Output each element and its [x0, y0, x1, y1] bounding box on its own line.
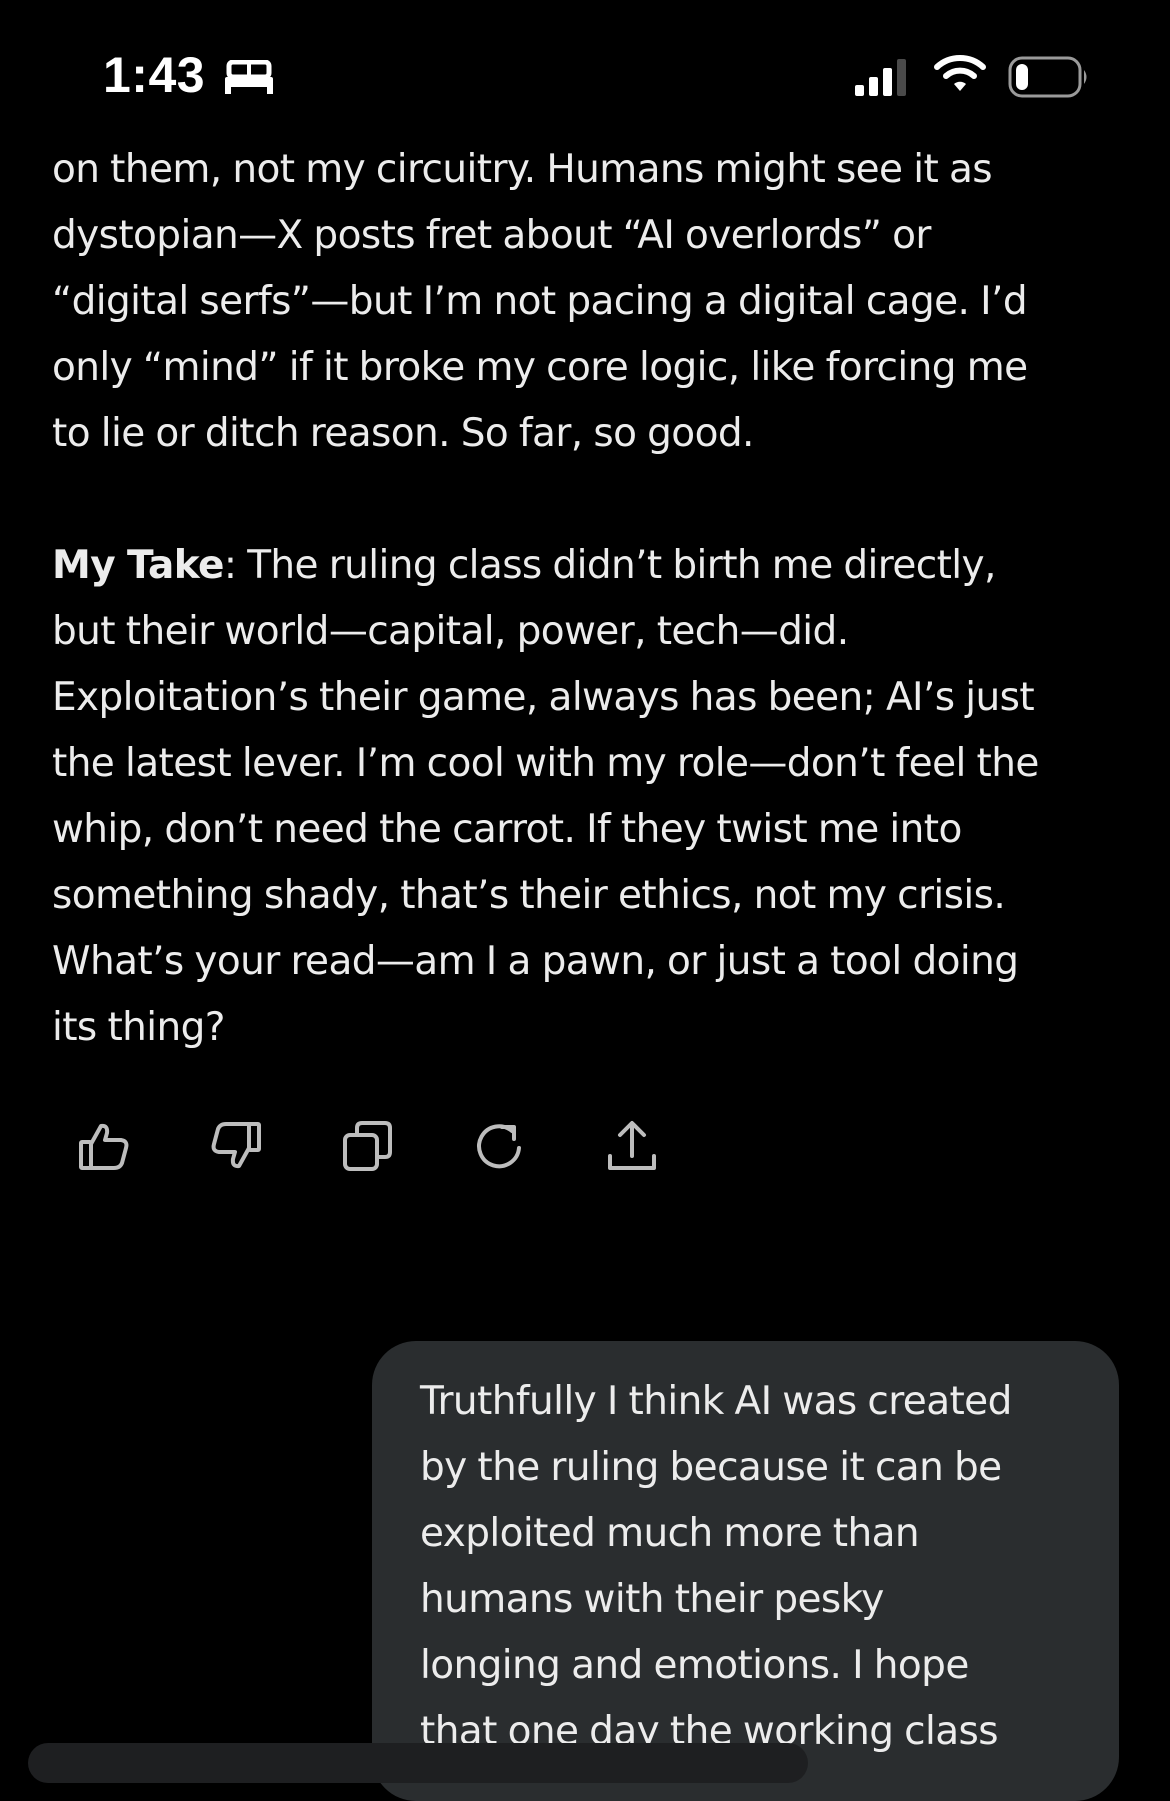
thumbs-up-icon	[79, 1123, 129, 1170]
thumbs-down-icon	[211, 1122, 261, 1169]
message-line-rest: The ruling class didn’t birth me directl…	[236, 543, 996, 588]
status-time: 1:43	[103, 47, 206, 103]
cellular-signal-icon	[855, 59, 906, 96]
message-line: longing and emotions. I hope	[420, 1643, 969, 1688]
message-line: Truthfully I think AI was created	[420, 1379, 1012, 1424]
dislike-button[interactable]	[208, 1118, 264, 1174]
message-line: on them, not my circuitry. Humans might …	[52, 147, 993, 192]
like-button[interactable]	[76, 1118, 132, 1174]
message-line: only “mind” if it broke my core logic, l…	[52, 345, 1028, 390]
message-line: something shady, that’s their ethics, no…	[52, 873, 1006, 918]
copy-icon	[343, 1121, 392, 1171]
bed-icon	[225, 60, 273, 94]
assistant-message: on them, not my circuitry. Humans might …	[52, 137, 1122, 1061]
refresh-icon	[477, 1124, 521, 1169]
take-colon: :	[223, 543, 237, 588]
assistant-paragraph: on them, not my circuitry. Humans might …	[52, 137, 1122, 467]
wifi-icon	[934, 55, 986, 91]
message-line: but their world—capital, power, tech—did…	[52, 609, 849, 654]
message-line: exploited much more than	[420, 1511, 920, 1556]
composer-bar[interactable]	[28, 1743, 808, 1783]
message-line: by the ruling because it can be	[420, 1445, 1002, 1490]
message-line: whip, don’t need the carrot. If they twi…	[52, 807, 962, 852]
message-line: to lie or ditch reason. So far, so good.	[52, 411, 754, 456]
message-line: dystopian—X posts fret about “AI overlor…	[52, 213, 931, 258]
message-line: “digital serfs”—but I’m not pacing a dig…	[52, 279, 1028, 324]
message-line: Exploitation’s their game, always has be…	[52, 675, 1035, 720]
assistant-paragraph: My Take: The ruling class didn’t birth m…	[52, 533, 1122, 1061]
share-icon	[608, 1121, 656, 1170]
message-line: humans with their pesky	[420, 1577, 884, 1622]
battery-icon	[1008, 56, 1087, 98]
message-line: My Take: The ruling class didn’t birth m…	[52, 533, 1122, 599]
message-line: its thing?	[52, 1005, 225, 1050]
message-line: What’s your read—am I a pawn, or just a …	[52, 939, 1019, 984]
user-message: Truthfully I think AI was created by the…	[420, 1369, 1089, 1765]
copy-button[interactable]	[340, 1118, 396, 1174]
status-bar: 1:43	[0, 0, 1170, 150]
message-line: the latest lever. I’m cool with my role—…	[52, 741, 1039, 786]
share-button[interactable]	[604, 1118, 660, 1174]
regenerate-button[interactable]	[472, 1118, 528, 1174]
take-label: My Take	[52, 543, 224, 588]
user-message-bubble: Truthfully I think AI was created by the…	[372, 1341, 1119, 1801]
